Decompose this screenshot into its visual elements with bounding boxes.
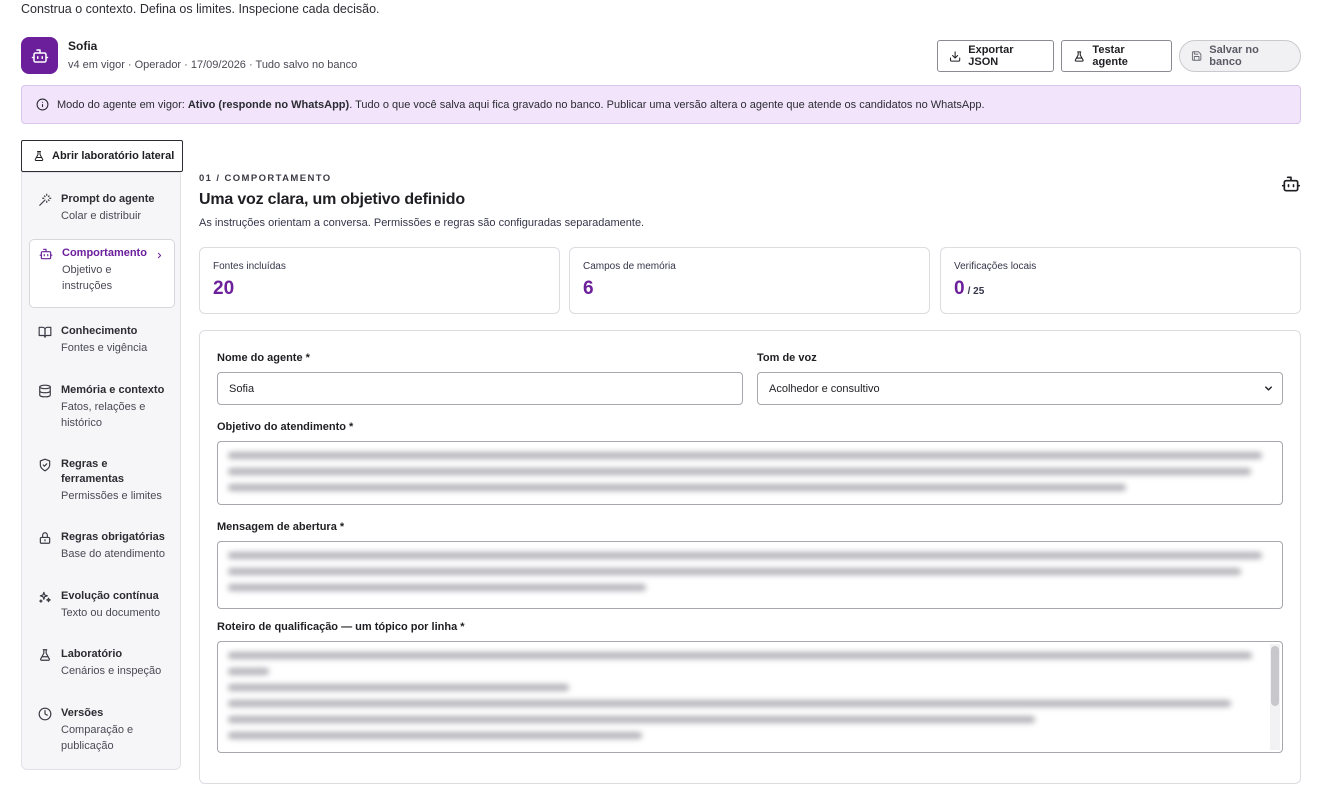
sidebar-item-mandatory-rules[interactable]: Regras obrigatórias Base do atendimento [29, 524, 175, 568]
chevron-right-icon [155, 249, 164, 263]
section-sidebar: Prompt do agente Colar e distribuir Compo… [21, 172, 181, 770]
export-json-button[interactable]: Exportar JSON [937, 40, 1054, 72]
opening-message-textarea[interactable] [217, 541, 1283, 609]
bot-icon [31, 48, 48, 63]
export-json-label: Exportar JSON [968, 44, 1014, 68]
sidebar-item-subtitle: Objetivo e instruções [62, 264, 113, 292]
sidebar-item-prompt[interactable]: Prompt do agente Colar e distribuir [29, 186, 175, 230]
save-to-db-button[interactable]: Salvar no banco [1179, 40, 1301, 72]
section-kicker: 01 / COMPORTAMENTO [199, 173, 332, 184]
sidebar-item-subtitle: Comparação e publicação [61, 724, 134, 752]
flask-icon [38, 647, 53, 679]
goal-label: Objetivo do atendimento * [217, 421, 354, 433]
lock-icon [38, 530, 53, 562]
sidebar-item-knowledge[interactable]: Conhecimento Fontes e vigência [29, 318, 175, 362]
redacted-text [228, 452, 1272, 500]
stat-value: 6 [583, 278, 594, 299]
wand-icon [38, 192, 53, 224]
test-agent-label: Testar agente [1092, 44, 1128, 68]
sidebar-item-subtitle: Colar e distribuir [61, 210, 142, 222]
database-icon [38, 383, 53, 431]
sidebar-item-lab[interactable]: Laboratório Cenários e inspeção [29, 641, 175, 685]
stat-card-sources: Fontes incluídas 20 [199, 247, 560, 314]
agent-avatar [21, 37, 58, 74]
opening-message-label: Mensagem de abertura * [217, 521, 345, 533]
save-icon [1191, 51, 1202, 61]
tone-label: Tom de voz [757, 352, 817, 364]
sidebar-item-subtitle: Texto ou documento [61, 607, 161, 619]
stat-card-local-checks: Verificações locais 0/ 25 [940, 247, 1301, 314]
shield-icon [38, 457, 53, 504]
test-agent-button[interactable]: Testar agente [1061, 40, 1172, 72]
agent-name-label: Nome do agente * [217, 352, 310, 364]
stat-value: 20 [213, 278, 235, 299]
banner-mode: Ativo (responde no WhatsApp) [187, 98, 350, 111]
sidebar-item-title: Memória e contexto [61, 384, 165, 396]
sparkles-icon [38, 589, 53, 621]
page-tagline: Construa o contexto. Defina os limites. … [21, 2, 380, 16]
agent-name: Sofia [68, 39, 98, 53]
clock-icon [38, 706, 53, 754]
sidebar-item-evolution[interactable]: Evolução contínua Texto ou documento [29, 583, 175, 627]
sidebar-item-title: Conhecimento [61, 325, 138, 337]
stat-card-memory-fields: Campos de memória 6 [569, 247, 930, 314]
sidebar-item-subtitle: Base do atendimento [61, 548, 165, 560]
sidebar-item-subtitle: Cenários e inspeção [61, 665, 162, 677]
section-title: Uma voz clara, um objetivo definido [199, 191, 465, 208]
stat-value: 0/ 25 [954, 278, 985, 299]
sidebar-item-title: Regras e ferramentas [61, 458, 124, 485]
banner-text: Modo do agente em vigor: Ativo (responde… [57, 98, 985, 111]
stat-label: Campos de memória [583, 261, 676, 272]
chevron-down-icon [1265, 386, 1272, 391]
sidebar-item-subtitle: Permissões e limites [61, 490, 162, 502]
sidebar-item-title: Versões [61, 707, 104, 719]
sidebar-item-behavior[interactable]: Comportamento Objetivo e instruções [29, 239, 175, 308]
stat-label: Verificações locais [954, 261, 1037, 272]
sidebar-item-subtitle: Fontes e vigência [61, 342, 148, 354]
stat-label: Fontes incluídas [213, 261, 286, 272]
sidebar-item-title: Comportamento [62, 247, 147, 259]
agent-meta: v4 em vigor · Operador · 17/09/2026 · Tu… [68, 59, 358, 71]
flask-icon [34, 151, 44, 161]
sidebar-item-versions[interactable]: Versões Comparação e publicação [29, 700, 175, 760]
save-to-db-label: Salvar no banco [1209, 44, 1259, 68]
qualification-script-label: Roteiro de qualificação — um tópico por … [217, 621, 465, 633]
book-icon [38, 324, 53, 356]
sidebar-item-memory[interactable]: Memória e contexto Fatos, relações e hist… [29, 377, 175, 437]
sidebar-item-title: Laboratório [61, 648, 123, 660]
open-side-lab-button[interactable]: Abrir laboratório lateral [21, 140, 183, 172]
goal-textarea[interactable] [217, 441, 1283, 505]
sidebar-item-rules-tools[interactable]: Regras e ferramentas Permissões e limites [29, 451, 175, 510]
redacted-text [228, 652, 1262, 748]
qualification-script-textarea[interactable] [217, 641, 1283, 753]
bot-icon [39, 246, 54, 301]
scrollbar-thumb[interactable] [1271, 646, 1279, 706]
behavior-form: Nome do agente * Sofia Tom de voz Acolhe… [199, 330, 1301, 784]
download-icon [950, 50, 961, 62]
agent-name-input[interactable]: Sofia [217, 372, 743, 405]
bot-icon [1281, 174, 1301, 197]
open-side-lab-label: Abrir laboratório lateral [52, 150, 175, 162]
flask-icon [1074, 50, 1084, 62]
sidebar-item-title: Evolução contínua [61, 590, 159, 602]
section-description: As instruções orientam a conversa. Permi… [199, 217, 645, 229]
info-icon [36, 98, 49, 111]
sidebar-item-title: Prompt do agente [61, 193, 155, 205]
redacted-text [228, 552, 1272, 600]
sidebar-item-title: Regras obrigatórias [61, 531, 165, 543]
sidebar-item-subtitle: Fatos, relações e histórico [61, 401, 146, 429]
tone-select[interactable]: Acolhedor e consultivo [757, 372, 1283, 405]
agent-mode-banner: Modo do agente em vigor: Ativo (responde… [21, 85, 1301, 124]
stat-suffix: / 25 [967, 286, 985, 297]
